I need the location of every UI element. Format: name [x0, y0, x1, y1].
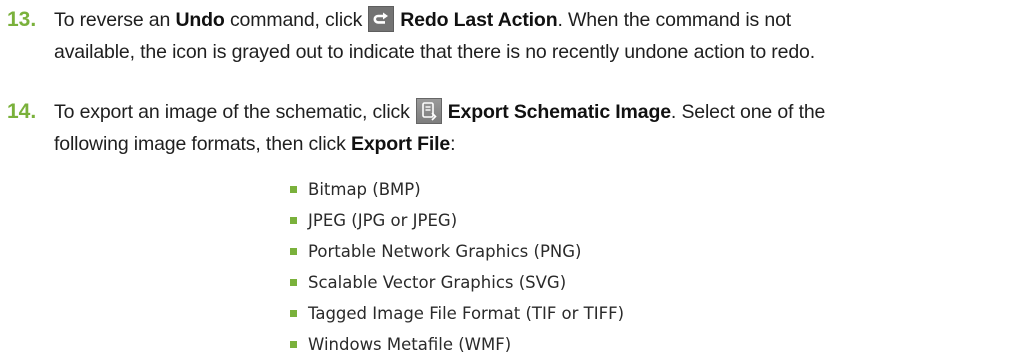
step-13-line-1: To reverse an Undo command, click Redo La…	[54, 6, 791, 34]
step-13-line-2: available, the icon is grayed out to ind…	[54, 41, 815, 63]
list-item: Bitmap (BMP)	[290, 174, 624, 205]
list-item: Portable Network Graphics (PNG)	[290, 236, 624, 267]
list-item: Tagged Image File Format (TIF or TIFF)	[290, 298, 624, 329]
export-file-term: Export File	[350, 133, 451, 155]
bullet-icon	[290, 341, 297, 348]
format-label: Windows Metafile (WMF)	[308, 335, 512, 354]
format-label: Portable Network Graphics (PNG)	[308, 242, 582, 261]
step-text: . Select one of the	[670, 101, 826, 123]
step-text: . When the command is not	[557, 9, 792, 31]
step-14-line-1: To export an image of the schematic, cli…	[54, 98, 825, 126]
step-14: 14. To export an image of the schematic,…	[0, 98, 1000, 162]
step-text: To export an image of the schematic, cli…	[54, 101, 410, 123]
list-item: Windows Metafile (WMF)	[290, 329, 624, 360]
step-text: command, click	[224, 9, 363, 31]
step-14-line-2: following image formats, then click Expo…	[54, 130, 456, 158]
step-13: 13. To reverse an Undo command, click Red…	[0, 6, 1000, 66]
bullet-icon	[290, 279, 297, 286]
bullet-icon	[290, 310, 297, 317]
step-text: To reverse an	[54, 9, 176, 31]
list-item: Scalable Vector Graphics (SVG)	[290, 267, 624, 298]
step-text: :	[450, 133, 456, 155]
step-number: 13.	[7, 8, 37, 31]
format-label: Scalable Vector Graphics (SVG)	[308, 273, 567, 292]
format-label: JPEG (JPG or JPEG)	[308, 211, 458, 230]
list-item: JPEG (JPG or JPEG)	[290, 205, 624, 236]
undo-term: Undo	[175, 9, 225, 31]
format-label: Bitmap (BMP)	[308, 180, 421, 199]
image-format-list: Bitmap (BMP) JPEG (JPG or JPEG) Portable…	[290, 174, 624, 360]
step-text: following image formats, then click	[54, 133, 351, 155]
bullet-icon	[290, 217, 297, 224]
export-image-icon	[415, 98, 442, 125]
step-number: 14.	[7, 100, 37, 123]
export-schematic-image-term: Export Schematic Image	[447, 101, 671, 123]
bullet-icon	[290, 248, 297, 255]
format-label: Tagged Image File Format (TIF or TIFF)	[308, 304, 625, 323]
redo-last-action-term: Redo Last Action	[400, 9, 558, 31]
bullet-icon	[290, 186, 297, 193]
redo-icon	[368, 6, 395, 33]
